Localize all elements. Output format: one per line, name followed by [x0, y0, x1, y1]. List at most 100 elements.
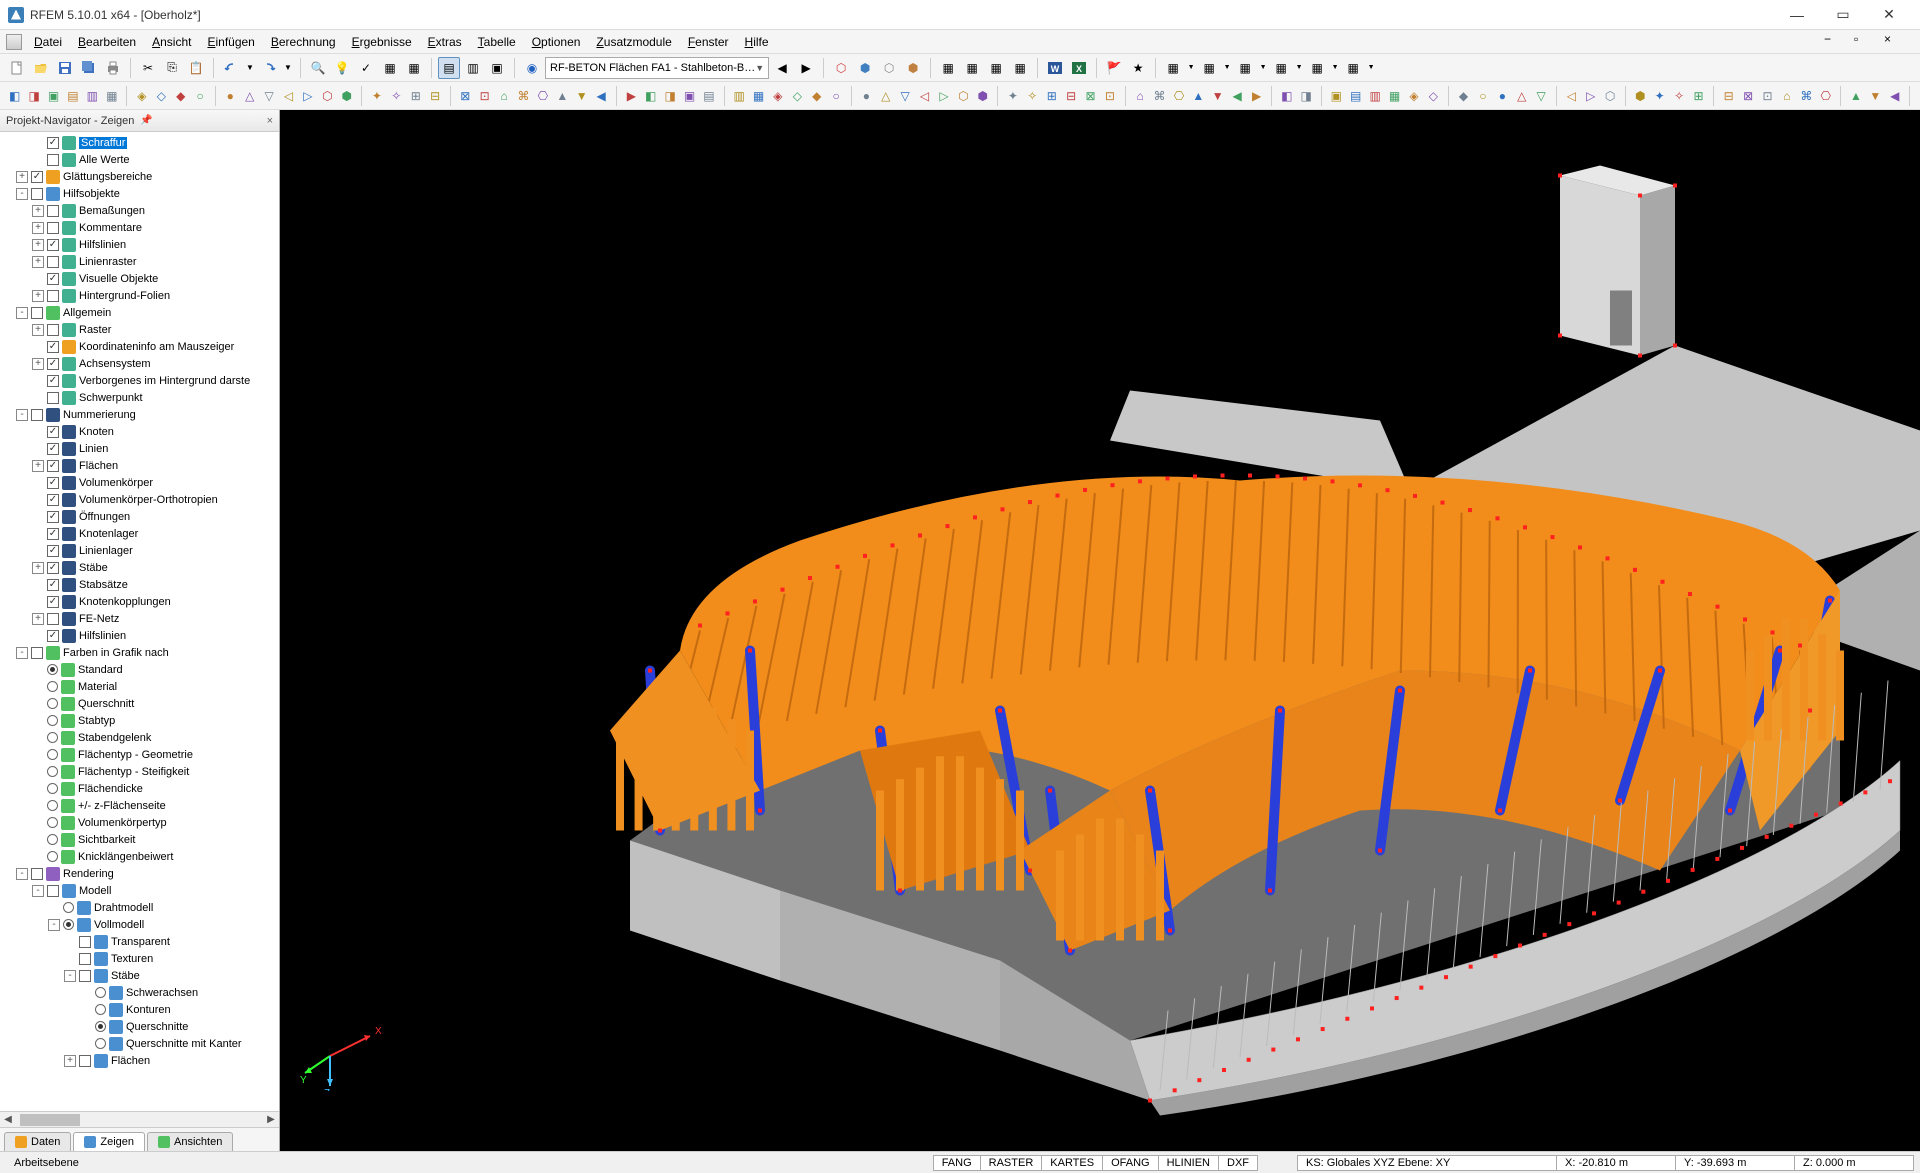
toolbar2-button[interactable]: ▦ — [1386, 85, 1403, 107]
toolbar2-button[interactable]: ⊞ — [1690, 85, 1707, 107]
toolbar2-button[interactable]: ▦ — [750, 85, 767, 107]
toolbar2-button[interactable]: ▷ — [935, 85, 952, 107]
tree-item[interactable]: Querschnitte mit Kanter — [0, 1035, 279, 1052]
toolbar2-button[interactable]: ▣ — [45, 85, 62, 107]
tree-item[interactable]: ✓Visuelle Objekte — [0, 270, 279, 287]
toolbar2-button[interactable]: ◁ — [280, 85, 297, 107]
tree-item[interactable]: -Rendering — [0, 865, 279, 882]
expand-icon[interactable]: + — [32, 239, 44, 251]
toolbar2-button[interactable]: ⌘ — [1798, 85, 1815, 107]
layout-4[interactable]: ▦ — [1270, 57, 1292, 79]
copy-button[interactable]: ⎘ — [161, 57, 183, 79]
toolbar2-button[interactable]: ⊠ — [457, 85, 474, 107]
layout-4d[interactable]: ▼ — [1294, 57, 1304, 79]
toolbar2-button[interactable]: ▲ — [1190, 85, 1207, 107]
menu-extras[interactable]: Extras — [420, 32, 470, 52]
tree-item[interactable]: -Nummerierung — [0, 406, 279, 423]
tree-item[interactable]: Stabendgelenk — [0, 729, 279, 746]
tab-daten[interactable]: Daten — [4, 1132, 71, 1151]
search-button[interactable]: 🔍 — [307, 57, 329, 79]
expand-icon[interactable]: + — [32, 205, 44, 217]
maximize-button[interactable]: ▭ — [1820, 0, 1866, 30]
collapse-icon[interactable]: - — [32, 885, 44, 897]
cut-button[interactable]: ✂ — [137, 57, 159, 79]
checkbox-icon[interactable]: ✓ — [47, 562, 59, 574]
tree-item[interactable]: -Farben in Grafik nach — [0, 644, 279, 661]
prev-button[interactable]: ◀ — [771, 57, 793, 79]
toolbar2-button[interactable]: ⬢ — [974, 85, 991, 107]
tree-item[interactable]: Querschnitte — [0, 1018, 279, 1035]
tree-item[interactable]: +Linienraster — [0, 253, 279, 270]
radio-icon[interactable] — [47, 800, 58, 811]
checkbox-icon[interactable] — [79, 953, 91, 965]
tree-item[interactable]: Querschnitt — [0, 695, 279, 712]
status-kartes[interactable]: KARTES — [1041, 1155, 1103, 1171]
toolbar2-button[interactable]: ◈ — [769, 85, 786, 107]
word-export[interactable]: W — [1044, 57, 1066, 79]
print-button[interactable] — [102, 57, 124, 79]
checkbox-icon[interactable]: ✓ — [31, 171, 43, 183]
toolbar2-button[interactable]: ▥ — [1366, 85, 1383, 107]
toolbar2-button[interactable]: ▲ — [1847, 85, 1864, 107]
toolbar2-button[interactable]: ⊞ — [407, 85, 424, 107]
toolbar2-button[interactable]: ⌘ — [515, 85, 532, 107]
toolbar2-button[interactable]: ⬢ — [338, 85, 355, 107]
toolbar2-button[interactable]: ○ — [827, 85, 844, 107]
toolbar2-button[interactable]: ⊡ — [1759, 85, 1776, 107]
redo-button[interactable] — [258, 57, 280, 79]
toolbar2-button[interactable]: ○ — [1474, 85, 1491, 107]
radio-icon[interactable] — [47, 664, 58, 675]
tree-item[interactable]: ✓Linienlager — [0, 542, 279, 559]
tree-item[interactable]: Alle Werte — [0, 151, 279, 168]
checkbox-icon[interactable] — [47, 222, 59, 234]
radio-icon[interactable] — [95, 987, 106, 998]
tree-item[interactable]: +FE-Netz — [0, 610, 279, 627]
tree-item[interactable]: Transparent — [0, 933, 279, 950]
open-button[interactable] — [30, 57, 52, 79]
menu-bearbeiten[interactable]: Bearbeiten — [70, 32, 144, 52]
grid-3[interactable]: ▦ — [985, 57, 1007, 79]
checkbox-icon[interactable] — [31, 307, 43, 319]
toolbar2-button[interactable]: ○ — [191, 85, 208, 107]
toolbar2-button[interactable]: ▥ — [84, 85, 101, 107]
tool-d[interactable]: ⬢ — [902, 57, 924, 79]
tree-item[interactable]: Flächentyp - Steifigkeit — [0, 763, 279, 780]
toolbar2-button[interactable]: ◇ — [1425, 85, 1442, 107]
star-icon[interactable]: ★ — [1127, 57, 1149, 79]
toolbar2-button[interactable]: ▽ — [260, 85, 277, 107]
tool-a[interactable]: ⬡ — [830, 57, 852, 79]
toolbar2-button[interactable]: ⬡ — [1601, 85, 1618, 107]
checkbox-icon[interactable] — [79, 1055, 91, 1067]
toolbar2-button[interactable]: ⌂ — [495, 85, 512, 107]
toolbar2-button[interactable]: ◀ — [1886, 85, 1903, 107]
status-dxf[interactable]: DXF — [1218, 1155, 1258, 1171]
toolbar2-button[interactable]: ▷ — [299, 85, 316, 107]
radio-icon[interactable] — [95, 1004, 106, 1015]
mdi-restore-button[interactable]: ▫ — [1854, 32, 1884, 52]
toolbar2-button[interactable]: ⌘ — [1151, 85, 1168, 107]
menu-fenster[interactable]: Fenster — [680, 32, 737, 52]
tree-item[interactable]: +✓Flächen — [0, 457, 279, 474]
checkbox-icon[interactable] — [31, 409, 43, 421]
checkbox-icon[interactable]: ✓ — [47, 477, 59, 489]
toolbar2-button[interactable]: ✧ — [388, 85, 405, 107]
checkbox-icon[interactable]: ✓ — [47, 358, 59, 370]
status-hlinien[interactable]: HLINIEN — [1158, 1155, 1219, 1171]
tree-item[interactable]: ✓Knoten — [0, 423, 279, 440]
minimize-button[interactable]: — — [1774, 0, 1820, 30]
checkbox-icon[interactable]: ✓ — [47, 596, 59, 608]
panel-toggle[interactable]: ▥ — [462, 57, 484, 79]
toolbar2-button[interactable]: ▤ — [700, 85, 717, 107]
toolbar2-button[interactable]: ⌂ — [1778, 85, 1795, 107]
toolbar2-button[interactable]: ▼ — [1209, 85, 1226, 107]
menu-ansicht[interactable]: Ansicht — [144, 32, 199, 52]
tree-item[interactable]: ✓Schraffur — [0, 134, 279, 151]
radio-icon[interactable] — [47, 715, 58, 726]
mdi-minimize-button[interactable]: − — [1824, 32, 1854, 52]
tree-item[interactable]: ✓Öffnungen — [0, 508, 279, 525]
menu-optionen[interactable]: Optionen — [524, 32, 589, 52]
toolbar2-button[interactable]: ▤ — [64, 85, 81, 107]
tree-item[interactable]: Knicklängenbeiwert — [0, 848, 279, 865]
toolbar2-button[interactable]: ⊟ — [1062, 85, 1079, 107]
h-scrollbar[interactable]: ◀▶ — [0, 1111, 279, 1127]
